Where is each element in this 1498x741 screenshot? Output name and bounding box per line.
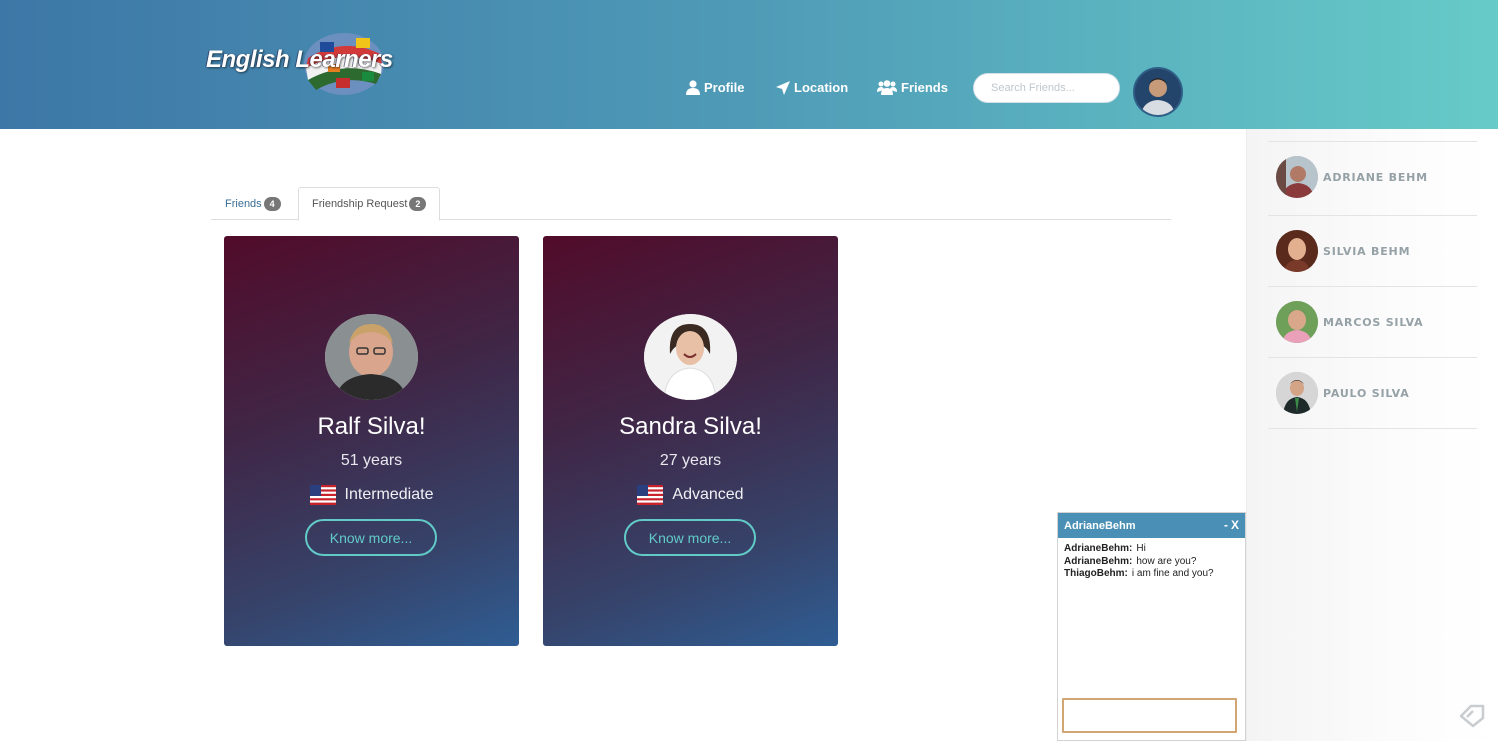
card-name: Sandra Silva! (619, 413, 762, 440)
sidebar-contact-silvia-behm[interactable]: SILVIA BEHM (1268, 215, 1477, 286)
top-header: English Learners Profile Location Friend… (0, 0, 1498, 129)
card-level: Advanced (543, 485, 838, 505)
us-flag-icon (637, 485, 664, 505)
location-arrow-icon (776, 80, 790, 95)
sidebar-contact-paulo-silva[interactable]: PAULO SILVA (1268, 357, 1477, 428)
card-age: 51 years (340, 452, 403, 469)
friend-request-card: Sandra Silva! 27 years Advanced Know mor… (543, 236, 838, 646)
us-flag-icon (309, 485, 336, 505)
contact-name: SILVIA BEHM (1323, 244, 1411, 258)
tab-friends-label: Friends (225, 197, 262, 210)
avatar (1276, 372, 1318, 414)
nav-location[interactable]: Location (776, 80, 848, 95)
card-level-label: Intermediate (344, 486, 434, 503)
card-photo (644, 314, 737, 400)
chat-minimize-button[interactable]: - (1224, 518, 1228, 532)
chat-message: AdrianeBehm: Hi (1064, 543, 1239, 556)
message-sender: AdrianeBehm: (1064, 543, 1133, 554)
contact-name: MARCOS SILVA (1323, 315, 1424, 329)
chat-header[interactable]: AdrianeBehm - X (1058, 513, 1245, 538)
chat-window: AdrianeBehm - X AdrianeBehm: Hi AdrianeBe… (1057, 512, 1246, 741)
user-icon (686, 80, 700, 95)
card-age: 27 years (659, 452, 722, 469)
sidebar-contact-marcos-silva[interactable]: MARCOS SILVA (1268, 286, 1477, 357)
tab-friendship-request-label: Friendship Request (312, 198, 408, 210)
card-avatar (644, 314, 737, 400)
card-avatar (325, 314, 418, 400)
tab-friendship-request[interactable]: Friendship Request 2 (298, 187, 441, 221)
user-avatar[interactable] (1133, 67, 1183, 117)
card-name: Ralf Silva! (317, 413, 426, 440)
card-level: Intermediate (224, 485, 519, 505)
tab-friends[interactable]: Friends 4 (211, 187, 295, 220)
friends-count-badge: 4 (263, 196, 281, 211)
chat-close-button[interactable]: X (1231, 518, 1239, 532)
requests-count-badge: 2 (409, 197, 427, 211)
message-sender: AdrianeBehm: (1064, 555, 1133, 567)
message-sender: ThiagoBehm: (1064, 568, 1128, 579)
search-friends-input[interactable] (973, 73, 1120, 103)
nav-profile[interactable]: Profile (686, 80, 744, 95)
know-more-button[interactable]: Know more... (305, 519, 437, 556)
nav-location-label: Location (794, 80, 849, 95)
contact-name: ADRIANE BEHM (1323, 170, 1428, 184)
chat-message-input[interactable] (1062, 698, 1237, 733)
card-level-label: Advanced (672, 486, 744, 503)
sidebar-contact-adriane-behm[interactable]: ADRIANE BEHM (1268, 141, 1477, 212)
pencil-tag-icon[interactable] (1459, 704, 1485, 728)
divider (1268, 428, 1477, 429)
avatar (1276, 230, 1318, 272)
avatar (1276, 301, 1318, 343)
know-more-button[interactable]: Know more... (624, 519, 756, 556)
message-text: i am fine and you? (1131, 568, 1214, 579)
nav-friends-label: Friends (901, 80, 948, 95)
chat-controls: - X (1224, 518, 1239, 532)
friends-tabs: Friends 4 Friendship Request 2 (211, 187, 1171, 221)
contact-name: PAULO SILVA (1323, 386, 1410, 400)
message-text: how are you? (1136, 555, 1197, 567)
chat-messages: AdrianeBehm: Hi AdrianeBehm: how are you? … (1058, 538, 1245, 586)
online-friends-sidebar: ADRIANE BEHM SILVIA BEHM MARCOS SILVA PA… (1246, 129, 1498, 741)
friend-request-card: Ralf Silva! 51 years Intermediate Know m… (224, 236, 519, 646)
message-text: Hi (1136, 543, 1146, 554)
logo-text: English Learners (206, 46, 393, 73)
logo[interactable]: English Learners (206, 28, 393, 98)
user-photo (1135, 69, 1181, 115)
card-photo (325, 314, 418, 400)
nav-friends[interactable]: Friends (877, 80, 948, 95)
chat-message: ThiagoBehm: i am fine and you? (1064, 568, 1239, 581)
nav-profile-label: Profile (704, 80, 745, 95)
avatar (1276, 156, 1318, 198)
users-icon (877, 80, 897, 95)
chat-title: AdrianeBehm (1064, 519, 1136, 532)
chat-message: AdrianeBehm: how are you? (1064, 556, 1239, 569)
